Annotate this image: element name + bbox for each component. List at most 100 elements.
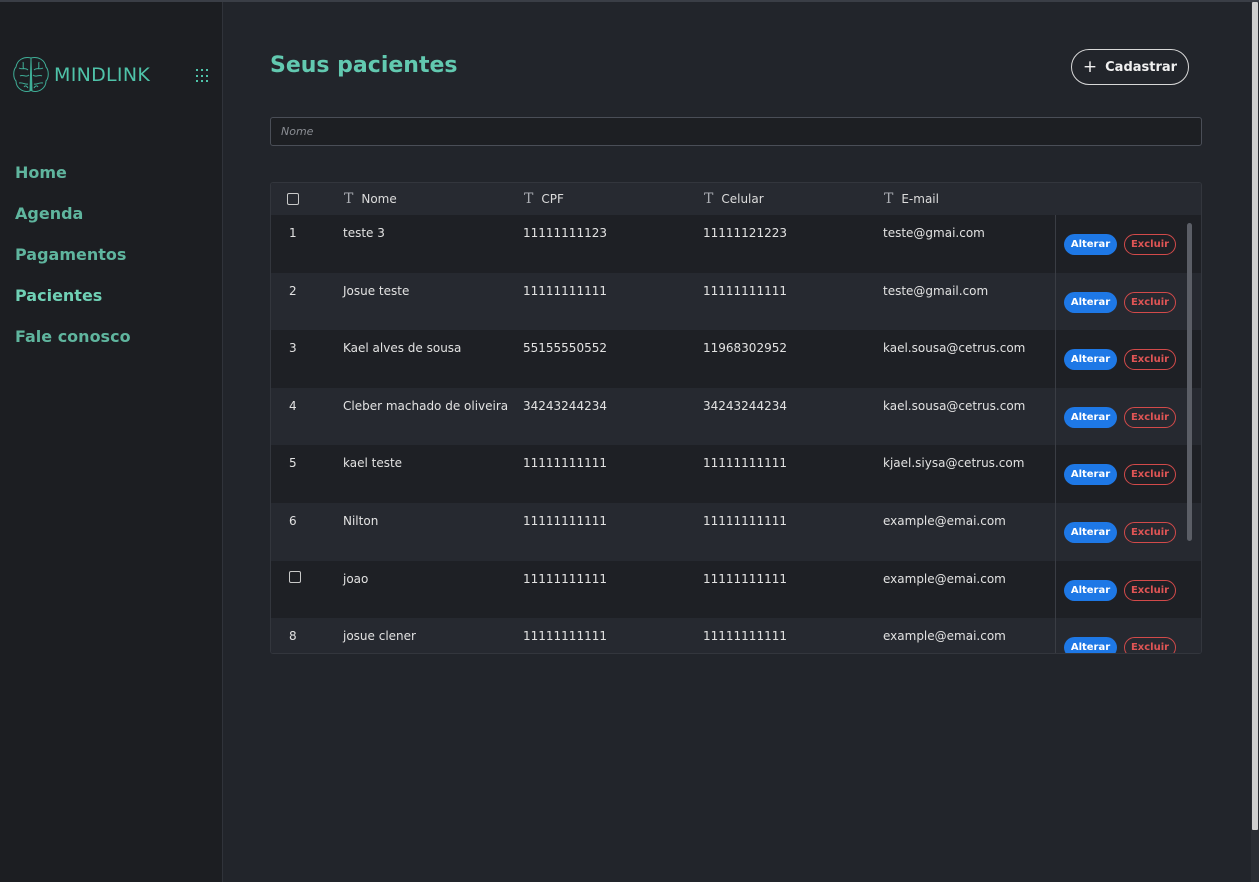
row-index: 5 <box>289 456 297 471</box>
cadastrar-label: Cadastrar <box>1105 59 1178 75</box>
patient-phone: 11111111111 <box>703 283 787 298</box>
delete-button[interactable]: Excluir <box>1124 637 1176 653</box>
column-header-cpf[interactable]: T CPF <box>524 183 564 215</box>
select-all-cell <box>287 183 299 215</box>
patient-email: kael.sousa@cetrus.com <box>883 341 1026 356</box>
patient-name: Cleber machado de oliveira <box>343 398 509 413</box>
delete-button[interactable]: Excluir <box>1124 291 1176 313</box>
patient-name: kael teste <box>343 456 403 471</box>
row-actions: Alterar Excluir <box>1055 215 1201 273</box>
edit-button[interactable]: Alterar <box>1064 406 1117 428</box>
table-header: T Nome T CPF T Celular T E-mail <box>271 183 1201 215</box>
row-actions: Alterar Excluir <box>1055 618 1201 653</box>
edit-button[interactable]: Alterar <box>1064 522 1117 543</box>
delete-button[interactable]: Excluir <box>1124 464 1176 486</box>
table-row[interactable]: 1 teste 3 11111111123 11111121223 teste@gmai… <box>271 215 1201 273</box>
row-actions: Alterar Excluir <box>1055 272 1201 331</box>
column-header-nome[interactable]: T Nome <box>344 183 397 215</box>
delete-button[interactable]: Excluir <box>1124 234 1176 255</box>
patient-cpf: 11111111111 <box>523 571 607 586</box>
patient-phone: 34243244234 <box>703 398 787 413</box>
text-type-icon: T <box>704 191 714 207</box>
page-scrollbar-thumb[interactable] <box>1252 2 1258 830</box>
patient-phone: 11111111111 <box>703 456 787 471</box>
app-name: MINDLINK <box>54 64 151 86</box>
patient-cpf: 34243244234 <box>523 398 607 413</box>
row-select-cell <box>289 570 301 586</box>
patients-table: T Nome T CPF T Celular T E-mail 1 teste 3… <box>270 182 1202 654</box>
text-type-icon: T <box>524 191 534 207</box>
sidebar-item-agenda[interactable]: Agenda <box>15 203 131 244</box>
edit-button[interactable]: Alterar <box>1064 291 1117 313</box>
patient-name: joao <box>343 571 369 586</box>
name-search-input[interactable] <box>270 117 1202 146</box>
delete-button[interactable]: Excluir <box>1124 349 1176 371</box>
cadastrar-button[interactable]: + Cadastrar <box>1071 49 1189 85</box>
patient-email: teste@gmai.com <box>883 226 985 240</box>
sidebar-item-fale-conosco[interactable]: Fale conosco <box>15 326 131 367</box>
patient-name: Kael alves de sousa <box>343 341 462 356</box>
patient-name: Josue teste <box>343 283 410 298</box>
row-index: 2 <box>289 283 297 298</box>
row-index: 8 <box>289 629 297 644</box>
row-actions: Alterar Excluir <box>1055 387 1201 446</box>
patient-email: kael.sousa@cetrus.com <box>883 398 1026 413</box>
row-index: 3 <box>289 341 297 356</box>
patient-phone: 11111111111 <box>703 514 787 528</box>
table-row[interactable]: 8 josue clener 11111111111 11111111111 examp… <box>271 618 1201 653</box>
patient-phone: 11111111111 <box>703 571 787 586</box>
patient-cpf: 11111111123 <box>523 226 607 240</box>
table-row[interactable]: 2 Josue teste 11111111111 11111111111 teste@… <box>271 272 1201 331</box>
patient-email: example@emai.com <box>883 629 1006 644</box>
row-select-checkbox[interactable] <box>289 570 301 583</box>
patient-email: kjael.siysa@cetrus.com <box>883 456 1025 471</box>
patient-cpf: 11111111111 <box>523 456 607 471</box>
row-actions: Alterar Excluir <box>1055 445 1201 503</box>
column-header-celular[interactable]: T Celular <box>704 183 764 215</box>
table-row[interactable]: 4 Cleber machado de oliveira 34243244234 34… <box>271 387 1201 446</box>
column-header-label: CPF <box>541 192 564 206</box>
patient-phone: 11111121223 <box>703 226 787 240</box>
patient-phone: 11968302952 <box>703 341 787 356</box>
delete-button[interactable]: Excluir <box>1124 579 1176 601</box>
delete-button[interactable]: Excluir <box>1124 406 1176 428</box>
row-actions: Alterar Excluir <box>1055 503 1201 561</box>
edit-button[interactable]: Alterar <box>1064 637 1117 653</box>
row-index: 1 <box>289 226 297 240</box>
sidebar-item-home[interactable]: Home <box>15 162 131 203</box>
column-header-label: E-mail <box>901 192 939 206</box>
patient-cpf: 11111111111 <box>523 629 607 644</box>
table-row[interactable]: 6 Nilton 11111111111 11111111111 example@ema… <box>271 503 1201 561</box>
page-scrollbar[interactable] <box>1251 2 1259 882</box>
column-header-label: Celular <box>721 192 764 206</box>
patient-name: josue clener <box>343 629 416 644</box>
edit-button[interactable]: Alterar <box>1064 579 1117 601</box>
sidebar-item-pagamentos[interactable]: Pagamentos <box>15 244 131 285</box>
apps-grid-icon[interactable] <box>196 69 210 83</box>
patient-email: teste@gmail.com <box>883 283 989 298</box>
sidebar: MINDLINK Home Agenda Pagamentos Paciente… <box>0 2 223 882</box>
patient-cpf: 55155550552 <box>523 341 607 356</box>
edit-button[interactable]: Alterar <box>1064 464 1117 486</box>
table-row[interactable]: joao 11111111111 11111111111 example@emai.c… <box>271 560 1201 619</box>
column-header-email[interactable]: T E-mail <box>884 183 939 215</box>
table-scrollbar[interactable] <box>1187 223 1192 541</box>
delete-button[interactable]: Excluir <box>1124 522 1176 543</box>
page-title: Seus pacientes <box>270 53 458 78</box>
table-row[interactable]: 3 Kael alves de sousa 55155550552 119683029… <box>271 330 1201 388</box>
brain-logo-icon <box>13 57 49 92</box>
edit-button[interactable]: Alterar <box>1064 349 1117 371</box>
patient-cpf: 11111111111 <box>523 514 607 528</box>
sidebar-item-pacientes[interactable]: Pacientes <box>15 285 131 326</box>
select-all-checkbox[interactable] <box>287 193 299 205</box>
patient-phone: 11111111111 <box>703 629 787 644</box>
row-actions: Alterar Excluir <box>1055 560 1201 619</box>
text-type-icon: T <box>884 191 894 207</box>
main-content: Seus pacientes + Cadastrar T Nome T CPF … <box>223 2 1251 882</box>
app-logo[interactable]: MINDLINK <box>12 54 150 96</box>
patient-email: example@emai.com <box>883 514 1006 528</box>
column-header-label: Nome <box>361 192 397 206</box>
edit-button[interactable]: Alterar <box>1064 234 1117 255</box>
table-body: 1 teste 3 11111111123 11111121223 teste@gmai… <box>271 215 1201 653</box>
table-row[interactable]: 5 kael teste 11111111111 11111111111 kjael.s… <box>271 445 1201 503</box>
